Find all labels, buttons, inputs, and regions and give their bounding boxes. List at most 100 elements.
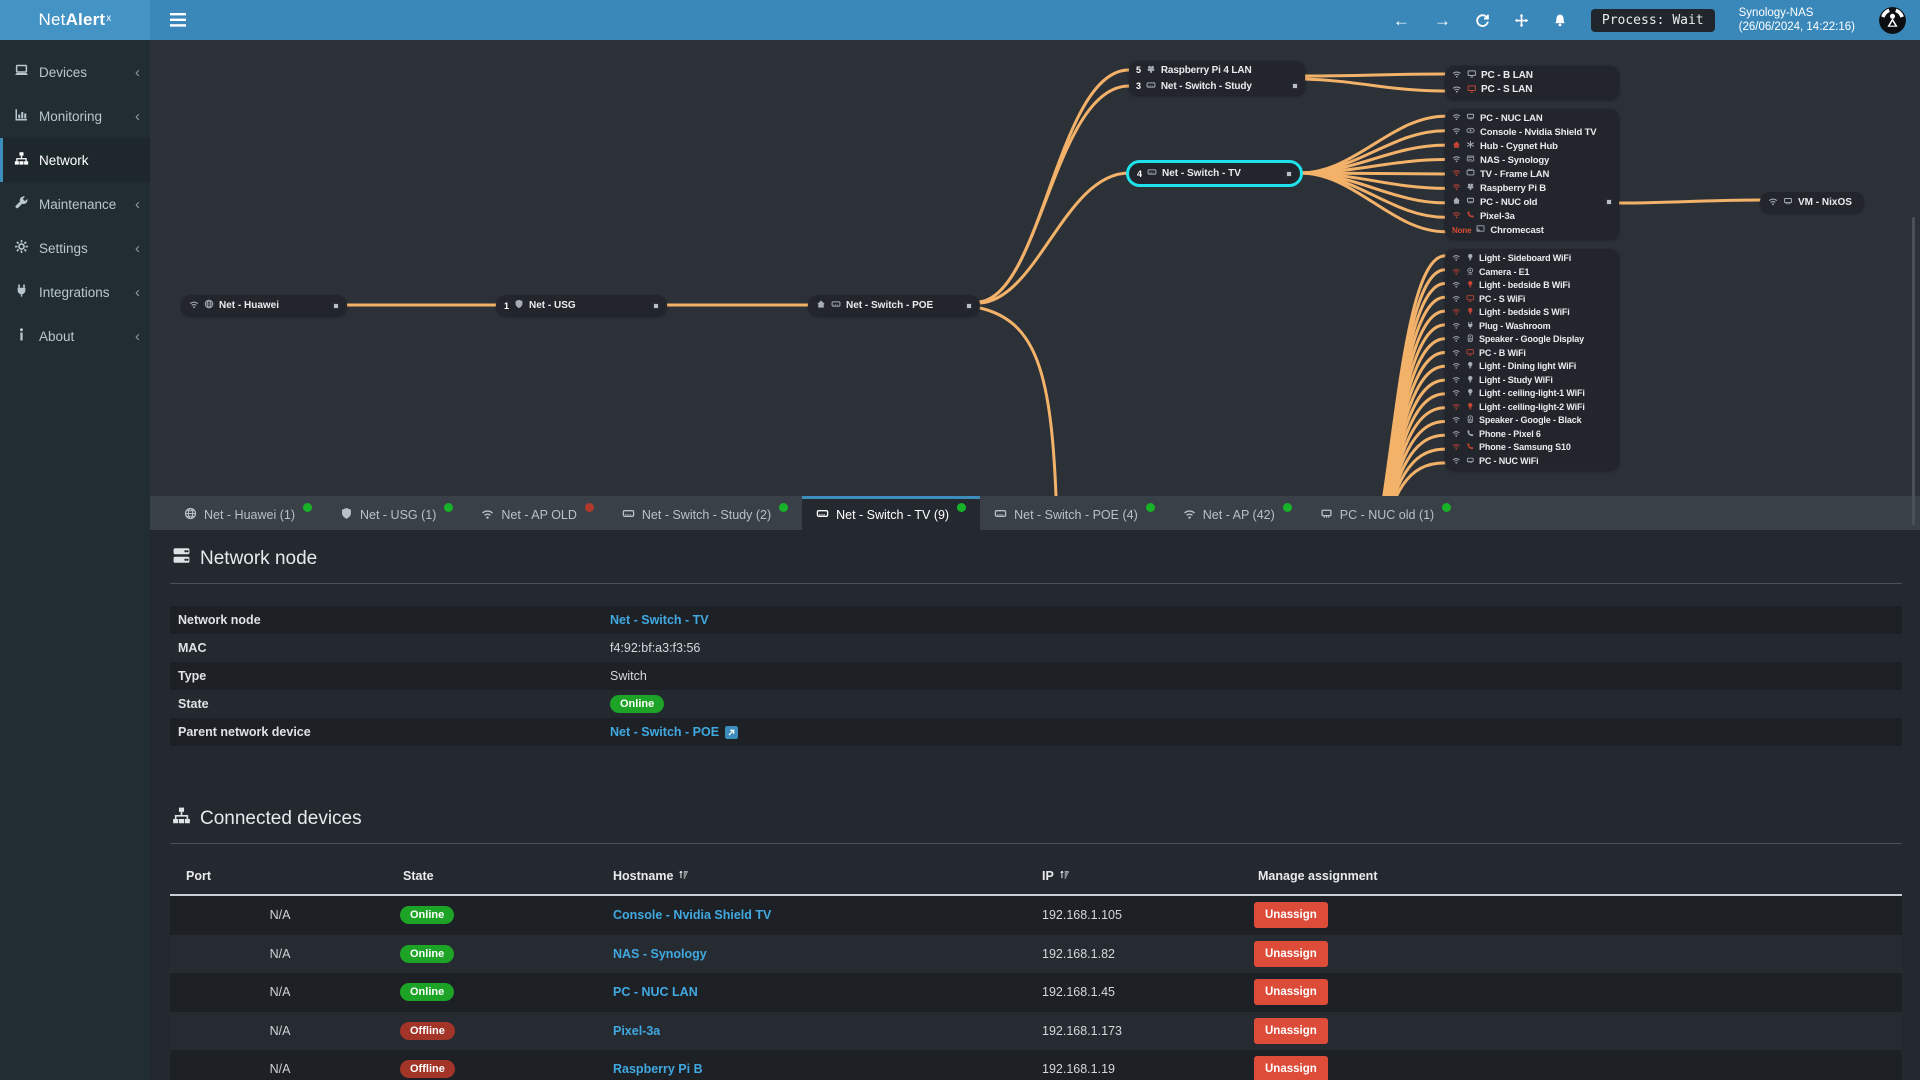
chevron-left-icon: ‹ [135, 195, 140, 213]
node-raspberry-pi-4-lan[interactable]: 5 Raspberry Pi 4 LAN [1129, 62, 1305, 78]
wifi-icon [1452, 348, 1461, 359]
device-leaf-console-nvidia-shield-tv[interactable]: Console - Nvidia Shield TV [1445, 126, 1619, 138]
device-leaf-pc-nuc-wifi[interactable]: PC - NUC WiFi [1445, 456, 1619, 467]
collapse-toggle[interactable] [966, 302, 972, 309]
collapse-toggle[interactable] [1292, 83, 1298, 89]
hostname-link[interactable]: NAS - Synology [613, 947, 707, 961]
detail-link[interactable]: Net - Switch - POE [610, 725, 719, 739]
hostname-link[interactable]: Pixel-3a [613, 1024, 660, 1038]
tab-net-huawei-1[interactable]: Net - Huawei (1) [170, 496, 326, 530]
node-usg[interactable]: 1 Net - USG [496, 295, 667, 316]
node-net-switch-study[interactable]: 3 Net - Switch - Study [1129, 78, 1305, 94]
bulb-icon [1466, 280, 1475, 291]
plug-icon [1466, 321, 1475, 332]
tab-net-ap-old[interactable]: Net - AP OLD [467, 496, 608, 530]
device-leaf-light-bedside-b-wifi[interactable]: Light - bedside B WiFi [1445, 280, 1619, 291]
device-leaf-chromecast[interactable]: None Chromecast [1445, 224, 1619, 236]
device-leaf-speaker-google-black[interactable]: Speaker - Google - Black [1445, 415, 1619, 426]
node-poe[interactable]: Net - Switch - POE [808, 295, 980, 316]
wifi-icon [1452, 112, 1461, 124]
tab-net-usg-1[interactable]: Net - USG (1) [326, 496, 467, 530]
device-leaf-pc-b-wifi[interactable]: PC - B WiFi [1445, 348, 1619, 359]
sidebar-item-network[interactable]: Network [0, 138, 150, 182]
device-leaf-pc-s-lan[interactable]: PC - S LAN [1445, 84, 1619, 97]
sidebar-toggle-icon[interactable] [170, 13, 186, 27]
device-leaf-light-bedside-s-wifi[interactable]: Light - bedside S WiFi [1445, 307, 1619, 318]
node-vm[interactable]: VM - NixOS [1760, 192, 1864, 213]
device-leaf-pc-nuc-lan[interactable]: PC - NUC LAN [1445, 112, 1619, 124]
section-divider [170, 843, 1902, 844]
device-leaf-hub-cygnet-hub[interactable]: Hub - Cygnet Hub [1445, 140, 1619, 152]
unassign-button[interactable]: Unassign [1254, 1056, 1328, 1080]
sidebar-item-maintenance[interactable]: Maintenance ‹ [0, 182, 150, 226]
device-leaf-phone-pixel-6[interactable]: Phone - Pixel 6 [1445, 429, 1619, 440]
device-leaf-pixel-3a[interactable]: Pixel-3a [1445, 210, 1619, 222]
tab-net-ap-42[interactable]: Net - AP (42) [1169, 496, 1306, 530]
notifications-bell-icon[interactable] [1553, 13, 1567, 28]
move-pan-icon[interactable] [1514, 13, 1529, 28]
device-leaf-nas-synology[interactable]: NAS - Synology [1445, 154, 1619, 166]
app-logo[interactable]: Net Alert x [0, 0, 150, 40]
user-avatar[interactable] [1879, 6, 1906, 34]
hostname-link[interactable]: Raspberry Pi B [613, 1062, 703, 1076]
eth-icon [1320, 507, 1333, 523]
unassign-button[interactable]: Unassign [1254, 979, 1328, 1006]
hostname-link[interactable]: Console - Nvidia Shield TV [613, 908, 771, 922]
sidebar-item-devices[interactable]: Devices ‹ [0, 50, 150, 94]
device-leaf-pc-b-lan[interactable]: PC - B LAN [1445, 69, 1619, 82]
hostname-link[interactable]: PC - NUC LAN [613, 985, 698, 999]
column-label: Port [186, 869, 211, 883]
device-leaf-camera-e1[interactable]: Camera - E1 [1445, 267, 1619, 278]
collapse-toggle[interactable] [1606, 199, 1612, 205]
device-leaf-pc-s-wifi[interactable]: PC - S WiFi [1445, 294, 1619, 305]
status-dot-red [584, 503, 594, 512]
device-leaf-plug-washroom[interactable]: Plug - Washroom [1445, 321, 1619, 332]
device-leaf-phone-samsung-s10[interactable]: Phone - Samsung S10 [1445, 442, 1619, 453]
sidebar-item-integrations[interactable]: Integrations ‹ [0, 270, 150, 314]
status-badge: Online [400, 906, 455, 925]
device-leaf-light-ceiling-light-2-wifi[interactable]: Light - ceiling-light-2 WiFi [1445, 402, 1619, 413]
device-leaf-pc-nuc-old[interactable]: PC - NUC old [1445, 196, 1619, 208]
device-leaf-raspberry-pi-b[interactable]: Raspberry Pi B [1445, 182, 1619, 194]
column-header-ip[interactable]: IP [1030, 869, 1245, 883]
tab-net-switch-poe-4[interactable]: Net - Switch - POE (4) [980, 496, 1169, 530]
device-leaf-light-study-wifi[interactable]: Light - Study WiFi [1445, 375, 1619, 386]
network-topology-canvas[interactable]: Net - Huawei 1 Net - USG Net - Switch - POE… [150, 40, 1920, 496]
device-leaf-light-ceiling-light-1-wifi[interactable]: Light - ceiling-light-1 WiFi [1445, 388, 1619, 399]
sidebar-item-monitoring[interactable]: Monitoring ‹ [0, 94, 150, 138]
tab-net-switch-study-2[interactable]: Net - Switch - Study (2) [608, 496, 802, 530]
monitor-icon [1466, 348, 1475, 359]
node-huawei[interactable]: Net - Huawei [181, 295, 347, 316]
tab-pc-nuc-old-1[interactable]: PC - NUC old (1) [1306, 496, 1465, 530]
unassign-button[interactable]: Unassign [1254, 902, 1328, 929]
sidebar-item-label: Integrations [39, 284, 110, 300]
tab-label: Net - AP (42) [1202, 507, 1275, 522]
nav-back-icon[interactable]: ← [1393, 12, 1410, 29]
nav-forward-icon[interactable]: → [1434, 12, 1451, 29]
external-link-icon[interactable] [725, 725, 739, 739]
collapse-toggle[interactable] [333, 302, 339, 309]
connected-devices-rows: N/A Online Console - Nvidia Shield TV 192.1… [170, 896, 1902, 1080]
sidebar-item-label: Settings [39, 240, 88, 256]
device-leaf-light-sideboard-wifi[interactable]: Light - Sideboard WiFi [1445, 253, 1619, 264]
detail-link[interactable]: Net - Switch - TV [610, 613, 709, 627]
server-icon [172, 546, 191, 571]
column-header-hostname[interactable]: Hostname [600, 869, 1030, 883]
node-tv[interactable]: 4 Net - Switch - TV [1126, 160, 1303, 187]
detail-row-parent-network-device: Parent network device Net - Switch - POE [170, 718, 1902, 746]
device-leaf-light-dining-light-wifi[interactable]: Light - Dining light WiFi [1445, 361, 1619, 372]
device-leaf-speaker-google-display[interactable]: Speaker - Google Display [1445, 334, 1619, 345]
sidebar-item-about[interactable]: About ‹ [0, 314, 150, 358]
collapse-toggle[interactable] [1286, 170, 1292, 177]
scrollbar-thumb[interactable] [1912, 217, 1915, 525]
bulb-icon [1466, 307, 1475, 318]
device-label: Pixel-3a [1480, 210, 1515, 222]
manage-cell: Unassign [1245, 1017, 1902, 1044]
device-leaf-tv-frame-lan[interactable]: TV - Frame LAN [1445, 168, 1619, 180]
sidebar-item-settings[interactable]: Settings ‹ [0, 226, 150, 270]
tab-net-switch-tv-9[interactable]: Net - Switch - TV (9) [802, 496, 981, 530]
collapse-toggle[interactable] [653, 302, 659, 309]
unassign-button[interactable]: Unassign [1254, 940, 1328, 967]
unassign-button[interactable]: Unassign [1254, 1017, 1328, 1044]
refresh-icon[interactable] [1475, 13, 1490, 28]
